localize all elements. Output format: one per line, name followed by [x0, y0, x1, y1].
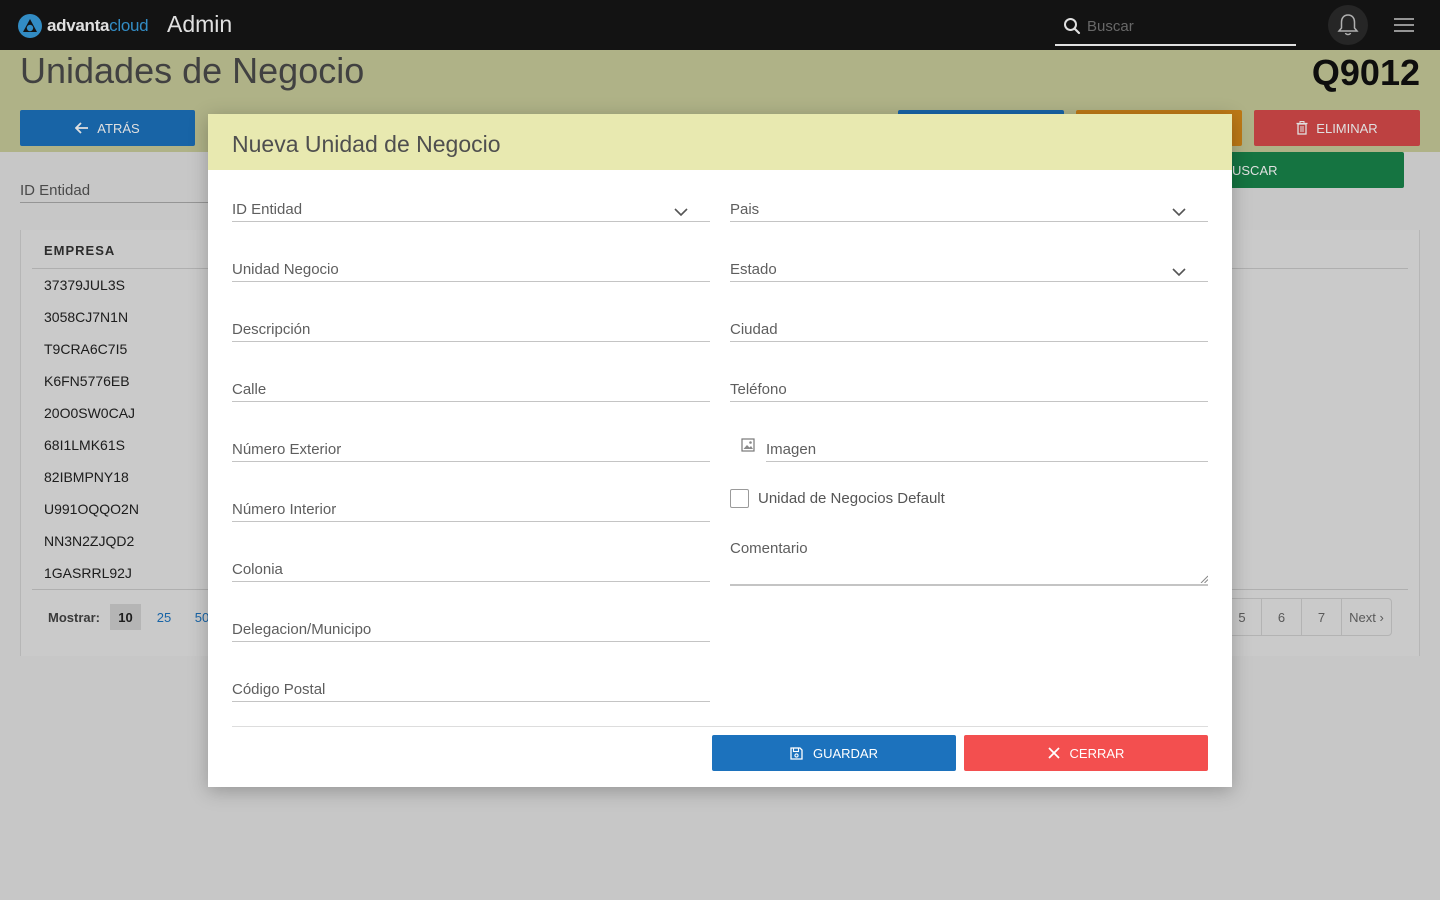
dialog-header: Nueva Unidad de Negocio	[208, 114, 1232, 170]
field-label: Teléfono	[730, 381, 787, 398]
field-label: Unidad Negocio	[232, 261, 339, 278]
id-entidad-select[interactable]: ID Entidad	[232, 182, 710, 222]
image-icon	[741, 438, 755, 452]
field-label: Descripción	[232, 321, 311, 338]
comentario-textarea[interactable]	[730, 584, 1208, 586]
field-label: Imagen	[766, 441, 817, 458]
comentario-label: Comentario	[730, 540, 808, 557]
delegacion-municipio-field[interactable]: Delegacion/Municipo	[232, 602, 710, 642]
codigo-postal-field[interactable]: Código Postal	[232, 662, 710, 702]
save-button[interactable]: GUARDAR	[712, 735, 956, 771]
field-label: Ciudad	[730, 321, 778, 338]
default-unit-checkbox-label[interactable]: Unidad de Negocios Default	[758, 490, 945, 507]
field-label: Número Exterior	[232, 441, 342, 458]
save-button-label: GUARDAR	[812, 745, 878, 761]
ciudad-field[interactable]: Ciudad	[730, 302, 1208, 342]
dialog-title: Nueva Unidad de Negocio	[232, 131, 501, 157]
field-label: Pais	[730, 201, 760, 218]
colonia-field[interactable]: Colonia	[232, 542, 710, 582]
field-label: Número Interior	[232, 501, 337, 518]
chevron-down-icon	[1172, 208, 1186, 217]
pais-select[interactable]: Pais	[730, 182, 1208, 222]
close-icon	[1047, 747, 1060, 759]
field-label: Estado	[730, 261, 777, 278]
chevron-down-icon	[674, 208, 688, 217]
dialog-footer-divider	[232, 726, 1208, 727]
unidad-negocio-field[interactable]: Unidad Negocio	[232, 242, 710, 282]
floppy-disk-icon	[790, 746, 803, 760]
imagen-field[interactable]: Imagen	[766, 422, 1208, 462]
numero-exterior-field[interactable]: Número Exterior	[232, 422, 710, 462]
field-label: Calle	[232, 381, 267, 398]
telefono-field[interactable]: Teléfono	[730, 362, 1208, 402]
descripcion-field[interactable]: Descripción	[232, 302, 710, 342]
resize-handle-icon[interactable]	[1200, 575, 1208, 583]
field-label: Código Postal	[232, 681, 326, 698]
field-label: Colonia	[232, 561, 283, 578]
calle-field[interactable]: Calle	[232, 362, 710, 402]
close-button-label: CERRAR	[1069, 745, 1125, 761]
chevron-down-icon	[1172, 268, 1186, 277]
field-label: ID Entidad	[232, 201, 303, 218]
numero-interior-field[interactable]: Número Interior	[232, 482, 710, 522]
new-business-unit-dialog: Nueva Unidad de Negocio ID Entidad Unida…	[208, 114, 1232, 787]
field-label: Delegacion/Municipo	[232, 621, 372, 638]
close-button[interactable]: CERRAR	[964, 735, 1208, 771]
default-unit-checkbox[interactable]	[730, 489, 749, 508]
estado-select[interactable]: Estado	[730, 242, 1208, 282]
